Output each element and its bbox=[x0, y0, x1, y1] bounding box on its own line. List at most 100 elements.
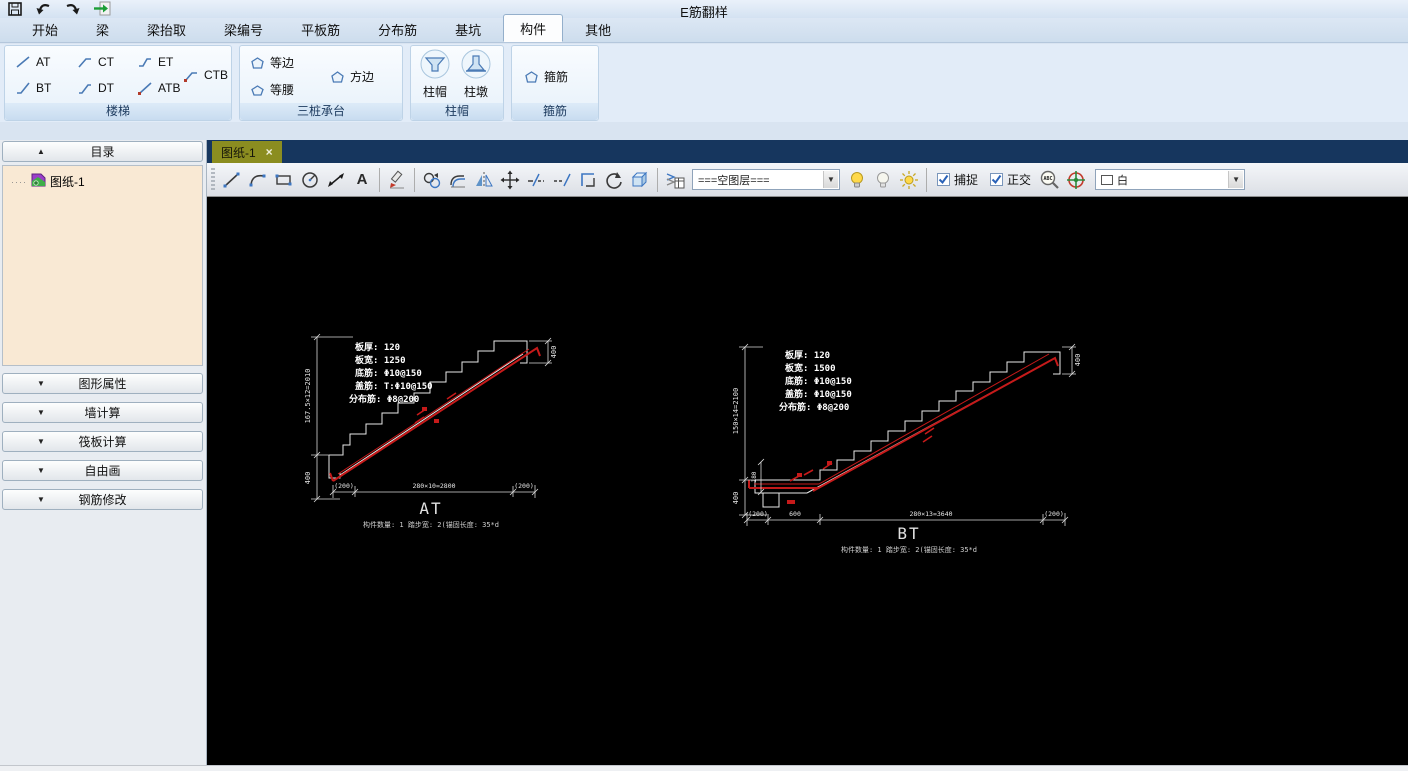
svg-text:(200): (200) bbox=[514, 482, 534, 490]
layer-manager-icon[interactable] bbox=[662, 167, 688, 193]
tab-liangbianhao[interactable]: 梁编号 bbox=[208, 16, 279, 42]
extend-tool-icon[interactable] bbox=[549, 167, 575, 193]
document-tab-drawing-1[interactable]: 图纸-1 × bbox=[212, 141, 282, 163]
svg-text:底筋: Φ10@150: 底筋: Φ10@150 bbox=[785, 375, 852, 387]
svg-text:167.5×12=2010: 167.5×12=2010 bbox=[304, 369, 312, 424]
arc-tool-icon[interactable] bbox=[245, 167, 271, 193]
svg-text:分布筋: Φ8@200: 分布筋: Φ8@200 bbox=[779, 401, 849, 413]
dropdown-arrow-icon[interactable]: ▼ bbox=[823, 171, 838, 188]
rotate-copy-icon[interactable] bbox=[419, 167, 445, 193]
tree-branch: ···· bbox=[11, 176, 27, 187]
collapse-down-icon: ▼ bbox=[37, 495, 45, 504]
column-pier-icon bbox=[460, 48, 492, 83]
ribbon-group-column-cap: 柱帽 柱墩 柱帽 bbox=[410, 45, 504, 121]
ribbon: AT CT ET BT DT ATB CTB 楼梯 等边 等腰 方边 三桩承台 bbox=[0, 44, 1408, 122]
dimension-tool-icon[interactable] bbox=[323, 167, 349, 193]
svg-text:400: 400 bbox=[732, 492, 740, 505]
group-label-stirrup: 箍筋 bbox=[512, 103, 598, 120]
pile-fangbian-button[interactable]: 方边 bbox=[330, 68, 374, 85]
svg-text:板厚: 120: 板厚: 120 bbox=[785, 349, 830, 361]
offset-tool-icon[interactable] bbox=[445, 167, 471, 193]
svg-text:盖筋: Φ10@150: 盖筋: Φ10@150 bbox=[785, 388, 852, 400]
ortho-checkbox[interactable]: 正交 bbox=[990, 171, 1031, 188]
rectangle-tool-icon[interactable] bbox=[271, 167, 297, 193]
sidebar-panel-raft-calc[interactable]: ▼ 筏板计算 bbox=[2, 431, 203, 452]
layer-off-icon[interactable] bbox=[870, 167, 896, 193]
group-label-pile-cap: 三桩承台 bbox=[240, 103, 402, 120]
sidebar-panel-catalog[interactable]: ▲ 目录 bbox=[2, 141, 203, 162]
tab-pingbanjin[interactable]: 平板筋 bbox=[285, 16, 356, 42]
view-3d-icon[interactable] bbox=[627, 167, 653, 193]
find-text-icon[interactable]: ABC bbox=[1037, 167, 1063, 193]
line-tool-icon[interactable] bbox=[219, 167, 245, 193]
move-tool-icon[interactable] bbox=[497, 167, 523, 193]
svg-text:280×10=2800: 280×10=2800 bbox=[412, 482, 455, 490]
sidebar-panel-wall-calc[interactable]: ▼ 墙计算 bbox=[2, 402, 203, 423]
tab-jikeng[interactable]: 基坑 bbox=[439, 16, 497, 42]
sidebar-panel-rebar-edit[interactable]: ▼ 钢筋修改 bbox=[2, 489, 203, 510]
toolbar-grip[interactable] bbox=[211, 167, 215, 192]
column-cap-icon bbox=[419, 48, 451, 83]
checkbox-checked-icon[interactable] bbox=[990, 173, 1004, 186]
mirror-tool-icon[interactable] bbox=[471, 167, 497, 193]
dropdown-arrow-icon[interactable]: ▼ bbox=[1228, 171, 1244, 188]
tab-liang[interactable]: 梁 bbox=[80, 16, 125, 42]
stair-at-button[interactable]: AT bbox=[15, 55, 50, 69]
column-cap-button[interactable]: 柱帽 bbox=[416, 48, 454, 100]
corner-tool-icon[interactable] bbox=[575, 167, 601, 193]
trim-tool-icon[interactable] bbox=[523, 167, 549, 193]
drawing-canvas[interactable]: 167.5×12=2010 400 400 (200) 280×10=2800 … bbox=[207, 197, 1408, 765]
layer-on-icon[interactable] bbox=[844, 167, 870, 193]
separator bbox=[657, 167, 658, 192]
color-select[interactable]: 白 ▼ bbox=[1095, 169, 1246, 190]
checkbox-checked-icon[interactable] bbox=[937, 173, 950, 186]
bt-note: 构件数量: 1 踏步宽: 2(锚固长度: 35*d bbox=[841, 545, 977, 554]
separator bbox=[926, 167, 927, 192]
svg-text:板宽: 1500: 板宽: 1500 bbox=[785, 362, 836, 374]
tab-fenbujin[interactable]: 分布筋 bbox=[362, 16, 433, 42]
tree-item-drawing-1[interactable]: ···· 图纸-1 bbox=[3, 166, 202, 191]
stair-ct-button[interactable]: CT bbox=[77, 55, 114, 69]
stair-atb-button[interactable]: ATB bbox=[137, 81, 180, 95]
svg-text:板宽: 1250: 板宽: 1250 bbox=[355, 354, 406, 366]
catalog-tree: ···· 图纸-1 bbox=[2, 165, 203, 366]
snap-checkbox[interactable]: 捕捉 bbox=[937, 171, 978, 188]
stirrup-button[interactable]: 箍筋 bbox=[524, 68, 568, 85]
tab-liangtaiqu[interactable]: 梁抬取 bbox=[131, 16, 202, 42]
tab-qita[interactable]: 其他 bbox=[569, 16, 627, 42]
sidebar: ▲ 目录 ···· 图纸-1 ▼ 图形属性 ▼ 墙计算 ▼ 筏板计算 ▼ 自由画 bbox=[0, 140, 207, 765]
svg-text:280×13=3640: 280×13=3640 bbox=[909, 510, 952, 518]
collapse-up-icon: ▲ bbox=[37, 147, 45, 156]
pile-dengbian-button[interactable]: 等边 bbox=[250, 54, 294, 71]
stair-dt-button[interactable]: DT bbox=[77, 81, 114, 95]
ribbon-group-pile-cap: 等边 等腰 方边 三桩承台 bbox=[239, 45, 403, 121]
target-point-icon[interactable] bbox=[1063, 167, 1089, 193]
sidebar-panel-free-draw[interactable]: ▼ 自由画 bbox=[2, 460, 203, 481]
rotate-tool-icon[interactable] bbox=[601, 167, 627, 193]
stair-bt-button[interactable]: BT bbox=[15, 81, 51, 95]
svg-text:180: 180 bbox=[751, 471, 758, 482]
column-pier-button[interactable]: 柱墩 bbox=[457, 48, 495, 100]
svg-text:400: 400 bbox=[550, 346, 558, 359]
brush-tool-icon[interactable] bbox=[384, 167, 410, 193]
pile-dengyao-button[interactable]: 等腰 bbox=[250, 81, 294, 98]
separator bbox=[414, 167, 415, 192]
tab-kaishi[interactable]: 开始 bbox=[16, 16, 74, 42]
ribbon-group-stirrup: 箍筋 箍筋 bbox=[511, 45, 599, 121]
tab-goujian[interactable]: 构件 bbox=[503, 14, 564, 42]
stair-ctb-button[interactable]: CTB bbox=[183, 68, 228, 82]
close-tab-icon[interactable]: × bbox=[266, 145, 273, 159]
collapse-down-icon: ▼ bbox=[37, 466, 45, 475]
app-window: E筋翻样 开始 梁 梁抬取 梁编号 平板筋 分布筋 基坑 构件 其他 AT CT… bbox=[0, 0, 1408, 771]
svg-text:(200): (200) bbox=[334, 482, 354, 490]
stair-et-button[interactable]: ET bbox=[137, 55, 173, 69]
circle-tool-icon[interactable] bbox=[297, 167, 323, 193]
text-tool-icon[interactable]: A bbox=[349, 167, 375, 193]
svg-text:400: 400 bbox=[1074, 354, 1082, 367]
svg-text:底筋: Φ10@150: 底筋: Φ10@150 bbox=[355, 367, 422, 379]
status-bar bbox=[0, 765, 1408, 771]
sidebar-panel-graphic-props[interactable]: ▼ 图形属性 bbox=[2, 373, 203, 394]
svg-text:400: 400 bbox=[304, 472, 312, 485]
brightness-icon[interactable] bbox=[896, 167, 922, 193]
layer-select[interactable]: ===空图层=== ▼ bbox=[692, 169, 840, 190]
